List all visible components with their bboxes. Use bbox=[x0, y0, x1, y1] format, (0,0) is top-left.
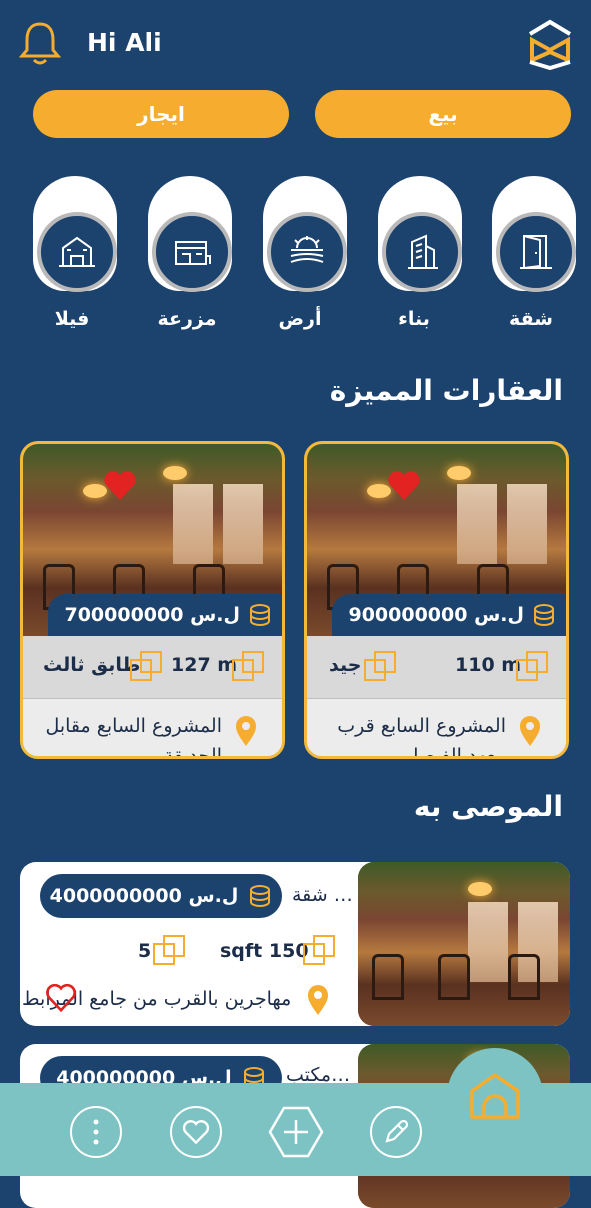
more-vertical-icon bbox=[93, 1119, 99, 1145]
location-text: المشروع السابع مقابل الحديقة bbox=[45, 715, 222, 759]
price-text: 700000000 ل.س bbox=[64, 604, 240, 626]
price-text: 900000000 ل.س bbox=[348, 604, 524, 626]
coins-icon bbox=[250, 604, 270, 626]
building-icon bbox=[408, 234, 438, 269]
featured-title: العقارات المميزة bbox=[329, 374, 563, 407]
area-icon bbox=[516, 651, 548, 681]
category-land[interactable] bbox=[263, 176, 347, 292]
area-text: 110 m bbox=[455, 654, 522, 676]
heart-icon bbox=[182, 1120, 210, 1145]
home-button[interactable] bbox=[447, 1048, 543, 1144]
add-icon bbox=[268, 1106, 324, 1158]
greeting-text: Hi Ali bbox=[87, 28, 162, 57]
bell-icon[interactable] bbox=[18, 20, 62, 66]
area-icon bbox=[303, 935, 335, 965]
recommended-title: الموصى به bbox=[413, 790, 563, 823]
category-label-villa: فيلا bbox=[54, 308, 90, 330]
area-text: sqft 150 bbox=[220, 940, 309, 962]
location-pin-icon bbox=[520, 716, 540, 746]
info-row: طابق ثالث 127 m bbox=[23, 636, 282, 699]
square-icon bbox=[130, 651, 162, 681]
coins-icon bbox=[534, 604, 554, 626]
square-icon bbox=[364, 651, 396, 681]
home-icon bbox=[470, 1073, 520, 1119]
price-tag: 900000000 ل.س bbox=[332, 594, 566, 636]
edit-button[interactable] bbox=[370, 1106, 422, 1158]
category-apartment[interactable] bbox=[492, 176, 576, 292]
favorites-button[interactable] bbox=[170, 1106, 222, 1158]
more-options-button[interactable] bbox=[70, 1106, 122, 1158]
location-row: المشروع السابع قرب معهد الفيصل bbox=[307, 699, 566, 759]
farm-icon bbox=[175, 241, 211, 265]
sell-button[interactable]: بيع bbox=[315, 90, 571, 138]
location-pin-icon bbox=[236, 716, 256, 746]
rent-button[interactable]: ايجار bbox=[33, 90, 289, 138]
property-photo bbox=[358, 862, 570, 1026]
coins-icon bbox=[250, 885, 271, 907]
add-property-button[interactable] bbox=[268, 1104, 324, 1160]
heart-outline-icon[interactable] bbox=[46, 984, 76, 1012]
pencil-icon bbox=[385, 1119, 409, 1143]
price-text: 4000000000 ل.س bbox=[49, 885, 239, 907]
location-text: المشروع السابع قرب معهد الفيصل bbox=[337, 715, 506, 759]
area-text: 127 m bbox=[171, 654, 238, 676]
category-building[interactable] bbox=[378, 176, 462, 292]
category-farm[interactable] bbox=[148, 176, 232, 292]
location-row: المشروع السابع مقابل الحديقة bbox=[23, 699, 282, 759]
category-label-farm: مزرعة bbox=[157, 308, 217, 330]
villa-icon bbox=[59, 236, 95, 267]
floor-text: طابق ثالث bbox=[43, 654, 141, 676]
featured-card[interactable]: 900000000 ل.س جيد 110 m المشروع السابع ق… bbox=[304, 441, 569, 759]
category-label-building: بناء bbox=[398, 308, 430, 330]
heart-icon[interactable] bbox=[103, 470, 137, 502]
area-icon bbox=[232, 651, 264, 681]
location-pin-icon bbox=[308, 985, 328, 1015]
land-icon bbox=[290, 236, 324, 263]
condition-text: جيد bbox=[329, 654, 362, 676]
category-label-land: أرض bbox=[278, 308, 322, 330]
price-tag: 700000000 ل.س bbox=[48, 594, 282, 636]
heart-icon[interactable] bbox=[387, 470, 421, 502]
category-label-apartment: شقة bbox=[509, 308, 553, 330]
featured-card[interactable]: 700000000 ل.س طابق ثالث 127 m المشروع ال… bbox=[20, 441, 285, 759]
rooms-text: 5 bbox=[138, 940, 152, 962]
door-icon bbox=[520, 235, 552, 269]
logo-icon bbox=[528, 19, 572, 70]
property-name: شقة … bbox=[292, 884, 353, 906]
info-row: جيد 110 m bbox=[307, 636, 566, 699]
recommended-card[interactable]: 4000000000 ل.س شقة … 5 sqft 150 مهاجرين … bbox=[20, 862, 570, 1026]
price-tag: 4000000000 ل.س bbox=[40, 874, 282, 918]
category-villa[interactable] bbox=[33, 176, 117, 292]
rooms-icon bbox=[153, 935, 185, 965]
